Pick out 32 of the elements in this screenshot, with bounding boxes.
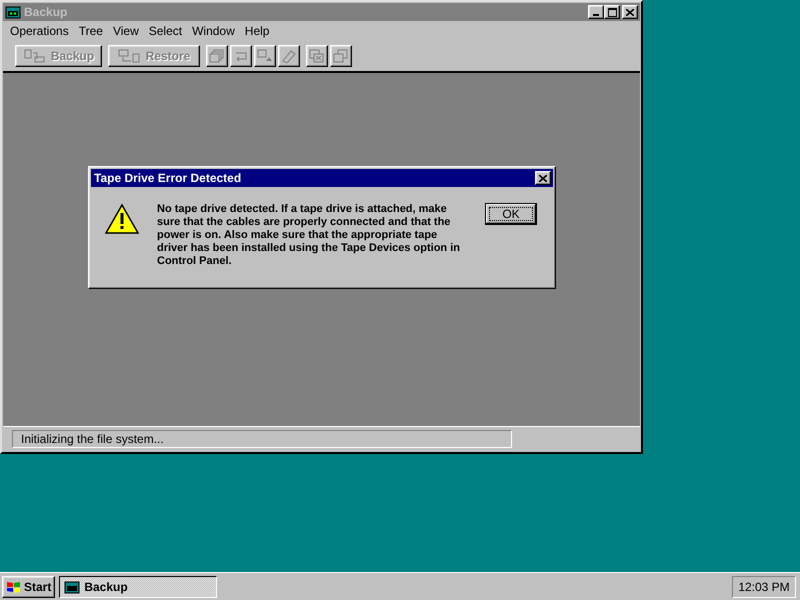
tile-windows-icon [309, 49, 325, 63]
minimize-button[interactable] [588, 5, 604, 19]
menu-item[interactable]: Window [187, 24, 240, 38]
taskbar-button[interactable]: Backup [59, 576, 218, 598]
restore-icon [118, 49, 142, 63]
maximize-icon [608, 8, 616, 16]
menu-item[interactable]: Operations [5, 24, 74, 38]
menu-item[interactable]: Tree [74, 24, 108, 38]
backup-icon [22, 49, 47, 63]
close-icon [539, 174, 547, 182]
eraser-icon [281, 49, 297, 63]
warning-icon [105, 203, 139, 235]
clock: 12:03 PM [732, 576, 796, 598]
menu-item[interactable]: Help [240, 24, 274, 38]
menu-item[interactable]: Select [144, 24, 188, 38]
error-message: No tape drive detected. If a tape drive is attached, make sure that the cables are properly connected and that the power is on. Also make sure that the appropriate tape driver has been installed using the Tape Devices option in Control Panel. [157, 203, 461, 268]
tape-drive-icon [5, 5, 21, 19]
close-icon [626, 8, 634, 16]
cascade-windows-icon [333, 49, 349, 63]
windows-logo-icon [6, 580, 22, 594]
ok-button[interactable]: OK [485, 203, 537, 225]
window-title: Backup [24, 5, 68, 19]
stacked-pages-icon [209, 49, 225, 63]
close-button[interactable] [622, 5, 638, 19]
tape-drive-icon [64, 580, 80, 594]
eject-icon [257, 49, 273, 63]
start-button[interactable]: Start [2, 576, 56, 598]
close-button[interactable] [535, 171, 551, 185]
status-text: Initializing the file system... [12, 430, 512, 448]
maximize-button[interactable] [604, 5, 620, 19]
menu-item[interactable]: View [108, 24, 144, 38]
dialog-title: Tape Drive Error Detected [94, 171, 242, 185]
